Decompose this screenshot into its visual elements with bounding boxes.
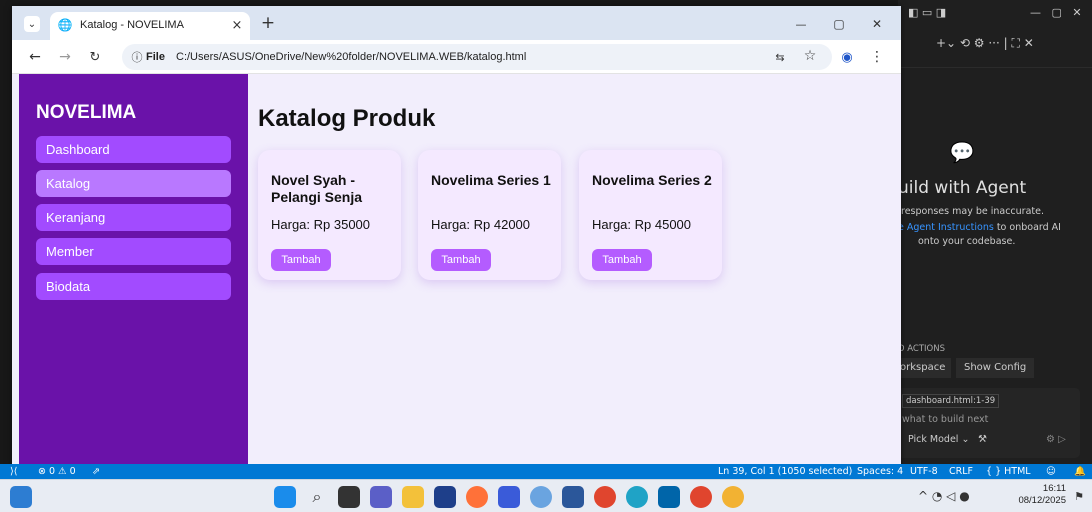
word-icon[interactable] (562, 486, 584, 508)
actions-heading: D ACTIONS (898, 344, 945, 354)
edge-icon[interactable] (626, 486, 648, 508)
start-icon[interactable] (274, 486, 296, 508)
forward-icon[interactable]: → (56, 48, 74, 66)
add-to-cart-button[interactable]: Tambah (271, 249, 331, 271)
app-globe-icon[interactable] (530, 486, 552, 508)
info-icon[interactable]: ⓘ (130, 49, 144, 65)
maximize-button[interactable]: ▢ (830, 15, 848, 33)
indentation-setting[interactable]: Spaces: 4 (857, 464, 903, 479)
agent-heading: uild with Agent (898, 178, 1027, 198)
product-price: Harga: Rp 45000 (592, 217, 692, 232)
chrome-active-icon[interactable] (690, 486, 712, 508)
agent-instructions-link[interactable]: e Agent Instructions (898, 222, 994, 233)
add-to-cart-button[interactable]: Tambah (431, 249, 491, 271)
profile-icon[interactable]: ◉ (838, 48, 856, 66)
clock-date[interactable]: 08/12/2025 (1006, 495, 1066, 506)
app-icon[interactable] (498, 486, 520, 508)
file-explorer-icon[interactable] (402, 486, 424, 508)
back-icon[interactable]: ← (26, 48, 44, 66)
store-icon[interactable] (434, 486, 456, 508)
chrome-canary-icon[interactable] (722, 486, 744, 508)
reload-icon[interactable]: ↻ (86, 48, 104, 66)
firefox-icon[interactable] (466, 486, 488, 508)
clock-time[interactable]: 16:11 (1026, 483, 1066, 494)
page-title: Katalog Produk (258, 105, 436, 132)
tab-close-icon[interactable]: × (230, 17, 244, 33)
browser-tab[interactable]: 🌐 Katalog - NOVELIMA × (50, 12, 250, 40)
product-name: Novelima Series 1 (431, 172, 551, 188)
show-config-button[interactable]: Show Config (956, 358, 1035, 378)
panel-layout-icons[interactable]: ◧ ▭ ◨ (908, 6, 946, 19)
editor-top-panel: ◧ ▭ ◨ — ▢ ✕ +⌄ ⟲ ⚙ ··· | ⛶ ✕ (898, 0, 1092, 68)
chat-sparkle-icon: 💬 (949, 140, 975, 164)
product-card: Novelima Series 2 Harga: Rp 45000 Tambah (579, 150, 722, 280)
agent-instructions-line: e Agent Instructions to onboard AI (898, 222, 1061, 233)
minimize-button[interactable]: — (792, 15, 810, 33)
sidebar-item-biodata[interactable]: Biodata (36, 273, 231, 300)
status-bar: ⟩⟨ ⊗ 0 ⚠ 0 ⇗ Ln 39, Col 1 (1050 selected… (0, 464, 1092, 479)
chrome-icon[interactable] (594, 486, 616, 508)
address-bar: ← → ↻ ⓘ File C:/Users/ASUS/OneDrive/New%… (12, 40, 901, 74)
encoding-setting[interactable]: UTF-8 (910, 464, 938, 479)
add-to-cart-button[interactable]: Tambah (592, 249, 652, 271)
sidebar-item-keranjang[interactable]: Keranjang (36, 204, 231, 231)
sidebar-item-katalog[interactable]: Katalog (36, 170, 231, 197)
send-icon[interactable]: ⚙ ▷ (1046, 434, 1066, 445)
chat-input-placeholder[interactable]: what to build next (902, 414, 988, 425)
product-card: Novelima Series 1 Harga: Rp 42000 Tambah (418, 150, 561, 280)
main-content: Katalog Produk Novel Syah - Pelangi Senj… (248, 74, 901, 466)
chat-input-box[interactable]: dashboard.html:1-39 what to build next P… (898, 388, 1080, 458)
pick-model-dropdown[interactable]: Pick Model ⌄ (908, 434, 969, 445)
product-card: Novel Syah - Pelangi Senja Harga: Rp 350… (258, 150, 401, 280)
new-tab-button[interactable]: + (259, 13, 277, 33)
file-label: File (146, 51, 165, 63)
sidebar-item-member[interactable]: Member (36, 238, 231, 265)
editor-activity-strip (0, 0, 12, 464)
url-field[interactable]: ⓘ File C:/Users/ASUS/OneDrive/New%20fold… (122, 44, 832, 70)
sidebar: NOVELIMA Dashboard Katalog Keranjang Mem… (19, 74, 248, 466)
teams-icon[interactable] (370, 486, 392, 508)
chat-toolbar-icons[interactable]: +⌄ ⟲ ⚙ ··· | ⛶ ✕ (936, 36, 1034, 51)
browser-window: ⌄ 🌐 Katalog - NOVELIMA × + — ▢ ✕ ← → ↻ ⓘ… (12, 6, 901, 466)
url-text[interactable]: C:/Users/ASUS/OneDrive/New%20folder/NOVE… (176, 51, 526, 63)
eol-setting[interactable]: CRLF (949, 464, 973, 479)
task-view-icon[interactable] (338, 486, 360, 508)
product-name: Novelima Series 2 (592, 172, 712, 188)
agent-instructions-suffix: to onboard AI (993, 222, 1061, 233)
widgets-icon[interactable] (10, 486, 32, 508)
tab-bar: ⌄ 🌐 Katalog - NOVELIMA × + — ▢ ✕ (12, 6, 901, 40)
agent-panel: 💬 uild with Agent responses may be inacc… (898, 68, 1092, 464)
remote-icon[interactable]: ⟩⟨ (10, 464, 17, 479)
tab-title: Katalog - NOVELIMA (80, 19, 184, 31)
globe-icon: 🌐 (57, 18, 73, 32)
product-name: Novel Syah - Pelangi Senja (271, 172, 363, 205)
product-price: Harga: Rp 42000 (431, 217, 531, 232)
bookmark-star-icon[interactable]: ☆ (802, 48, 818, 64)
taskbar: ⌕ ^ ◔ ◁ ● 16:11 08/12/2025 ⚑ (0, 479, 1092, 512)
product-price: Harga: Rp 35000 (271, 217, 371, 232)
notifications-bell-icon[interactable]: 🔔 (1074, 464, 1086, 479)
notification-center-icon[interactable]: ⚑ (1072, 488, 1086, 504)
search-icon[interactable]: ⌕ (306, 486, 328, 508)
language-mode[interactable]: { } HTML (986, 464, 1031, 479)
close-window-button[interactable]: ✕ (868, 15, 886, 33)
agent-line3: onto your codebase. (918, 236, 1016, 247)
problems-indicator[interactable]: ⊗ 0 ⚠ 0 (38, 464, 76, 479)
context-chip[interactable]: dashboard.html:1-39 (902, 394, 1000, 408)
translate-icon[interactable]: ⇆ (772, 49, 788, 65)
sidebar-item-dashboard[interactable]: Dashboard (36, 136, 231, 163)
tab-search-icon[interactable]: ⌄ (24, 16, 40, 32)
brand-logo-text: NOVELIMA (36, 102, 137, 123)
window-controls-editor[interactable]: — ▢ ✕ (1030, 6, 1082, 19)
cursor-position[interactable]: Ln 39, Col 1 (1050 selected) (718, 464, 852, 479)
vscode-icon[interactable] (658, 486, 680, 508)
agent-subtext: responses may be inaccurate. (901, 206, 1044, 217)
tools-icon[interactable]: ⚒ (978, 434, 987, 445)
system-tray-icons[interactable]: ^ ◔ ◁ ● (918, 489, 970, 503)
live-share-icon[interactable]: ⇗ (92, 464, 100, 479)
copilot-icon[interactable]: ☺ (1046, 464, 1056, 479)
menu-kebab-icon[interactable]: ⋮ (868, 48, 886, 66)
workspace-button[interactable]: orkspace (898, 358, 952, 378)
